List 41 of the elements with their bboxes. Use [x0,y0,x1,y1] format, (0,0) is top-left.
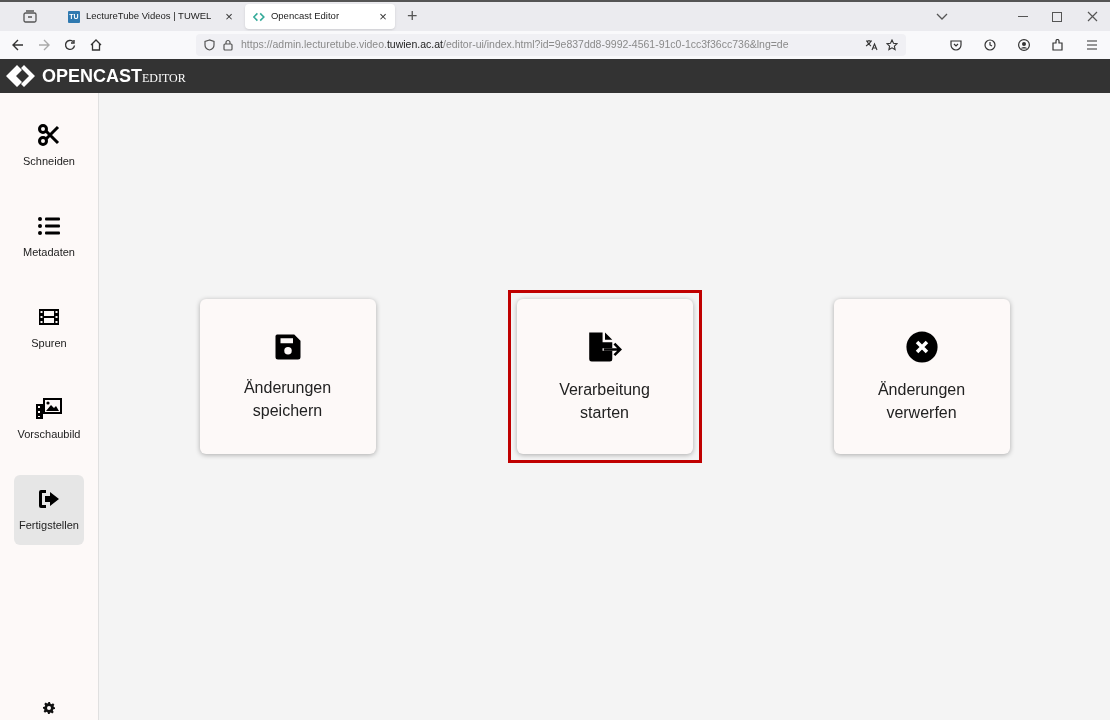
address-bar[interactable]: https://admin.lecturetube.video.tuwien.ac.at/editor-ui/index.html?id=9e837dd8-9992-4561-91c0-1cc3f36cc736&lng=de [196,34,906,56]
scissors-icon [37,122,61,147]
tab-overview-icon[interactable] [23,10,37,23]
star-icon[interactable] [886,39,898,51]
lock-icon [223,39,233,51]
shield-icon [204,39,215,51]
action-card[interactable]: Änderungen verwerfen [833,299,1010,454]
sidebar-item[interactable]: Metadaten [14,202,84,272]
minimize-icon[interactable] [1018,15,1028,18]
new-tab-button[interactable]: + [406,3,418,30]
sidebar-item[interactable]: Vorschaubild [14,384,84,454]
tab-list-icon[interactable] [936,12,948,21]
logo-subtitle: EDITOR [142,70,186,87]
reload-icon[interactable] [64,39,76,51]
tab-close-button[interactable]: × [379,6,387,27]
maximize-icon[interactable] [1052,11,1062,22]
extensions-icon[interactable] [1052,39,1064,51]
logo-icon [6,65,36,87]
back-icon[interactable] [12,39,24,51]
menu-icon[interactable] [1086,40,1098,50]
history-icon[interactable] [984,39,996,51]
diamond-favicon-icon [252,11,265,22]
sidebar-item[interactable]: Fertigstellen [14,475,84,545]
browser-tab[interactable]: Opencast Editor × [244,4,395,29]
tab-close-button[interactable]: × [225,6,233,27]
tab-title: LectureTube Videos | TUWEL [86,9,212,24]
images-icon [35,395,63,420]
sidebar-item[interactable]: Schneiden [14,111,84,181]
pocket-icon[interactable] [950,39,962,51]
translate-icon[interactable] [865,39,878,51]
action-card[interactable]: Verarbeitung starten [516,299,693,454]
tab-title: Opencast Editor [270,9,341,24]
close-icon[interactable] [1087,11,1098,22]
account-icon[interactable] [1018,39,1030,51]
logo-wordmark: OPENCAST [42,64,142,88]
action-card[interactable]: Änderungen speichern [199,299,376,454]
settings-icon[interactable] [43,702,55,714]
home-icon[interactable] [90,39,102,51]
close-circle-icon [904,329,939,364]
sidebar-item[interactable]: Spuren [14,293,84,363]
url-text: https://admin.lecturetube.video.tuwien.ac.at/editor-ui/index.html?id=9e837dd8-9992-4561-91c0-1cc3f36cc736&lng=de [241,37,789,53]
